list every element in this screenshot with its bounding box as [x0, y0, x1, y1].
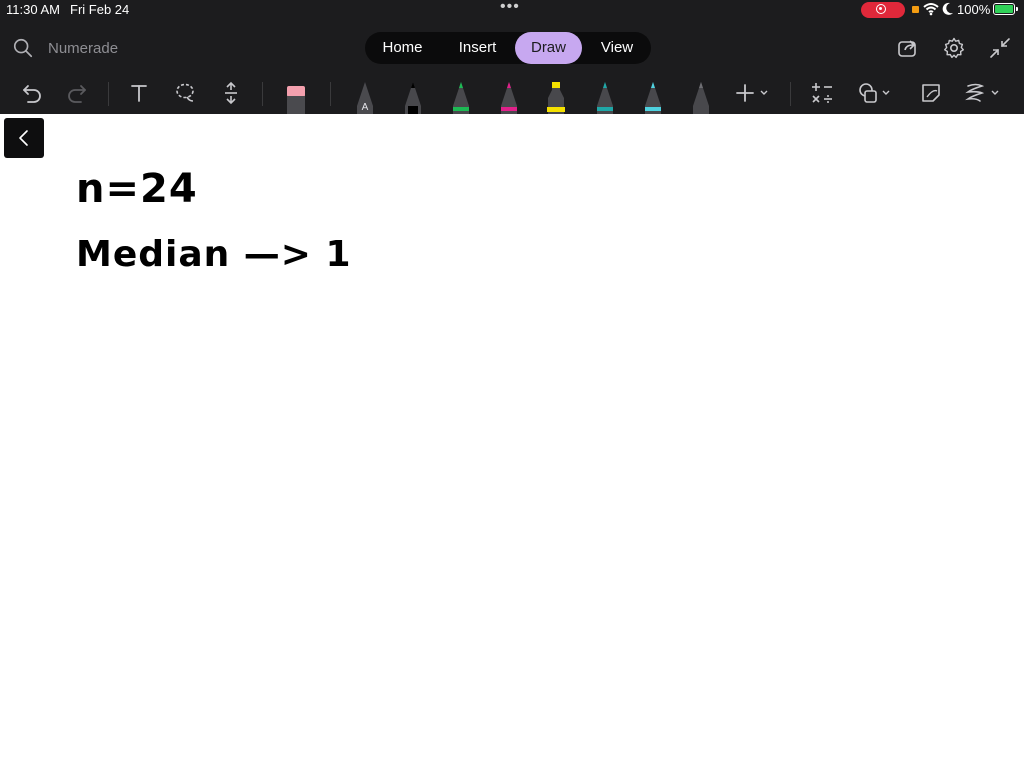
math-icon [812, 83, 832, 103]
toolbar-divider [790, 82, 791, 106]
share-button[interactable] [896, 36, 920, 60]
insert-space-icon [225, 81, 237, 105]
undo-button[interactable] [18, 78, 46, 108]
draw-toolbar: A [0, 74, 1024, 114]
eraser-icon[interactable] [285, 80, 307, 114]
chevron-left-icon [19, 130, 28, 146]
insert-space-button[interactable] [217, 78, 245, 108]
settings-button[interactable] [942, 36, 966, 60]
math-button[interactable] [808, 78, 836, 108]
add-icon [736, 84, 768, 102]
sticky-note-icon [922, 84, 940, 102]
search-icon [13, 38, 33, 58]
sticky-note-button[interactable] [917, 78, 945, 108]
mic-indicator-icon [912, 6, 919, 13]
battery-icon [993, 3, 1018, 15]
lasso-tool-button[interactable] [171, 78, 199, 108]
tab-view[interactable]: View [583, 32, 651, 64]
collapse-icon [990, 38, 1010, 58]
add-pen-button[interactable] [733, 78, 773, 108]
text-icon [131, 85, 147, 102]
redo-button[interactable] [63, 78, 91, 108]
shapes-icon [859, 83, 890, 103]
status-date: Fri Feb 24 [70, 2, 130, 17]
pen-cyan-icon[interactable] [642, 80, 664, 114]
search-bar[interactable]: Numerade [12, 36, 118, 60]
drawing-canvas[interactable]: n=24 Median —> 1 [0, 114, 1024, 768]
pen-tool-icon[interactable]: A [354, 80, 376, 114]
redo-icon [68, 85, 86, 103]
record-icon [876, 4, 886, 14]
svg-text:A: A [362, 102, 369, 113]
search-label: Numerade [48, 39, 119, 57]
pen-green-icon[interactable] [450, 80, 472, 114]
back-button[interactable] [4, 118, 44, 158]
pen-black-icon[interactable] [402, 80, 424, 114]
screen-record-indicator[interactable] [861, 2, 905, 18]
do-not-disturb-icon [942, 2, 953, 15]
top-toolbar: 11:30 AM Fri Feb 24 ••• 100% Numerade Ho… [0, 0, 1024, 114]
pen-pink-icon[interactable] [498, 80, 520, 114]
share-icon [898, 40, 916, 57]
ink-to-shape-icon [965, 83, 999, 102]
pen-teal-icon[interactable] [594, 80, 616, 114]
wifi-icon [923, 3, 939, 16]
tab-draw[interactable]: Draw [515, 32, 582, 64]
multitasking-dots-icon[interactable]: ••• [500, 0, 520, 16]
ink-to-shape-button[interactable] [962, 78, 1004, 108]
highlighter-yellow-icon[interactable] [545, 80, 567, 114]
handwritten-line-1: n=24 [76, 166, 198, 212]
text-tool-button[interactable] [125, 78, 153, 108]
toolbar-divider [262, 82, 263, 106]
pen-gray-icon[interactable] [690, 80, 712, 114]
shapes-button[interactable] [855, 78, 895, 108]
tab-insert[interactable]: Insert [440, 32, 515, 64]
ribbon-tabs: Home Insert Draw View [365, 32, 651, 64]
lasso-icon [176, 83, 194, 102]
handwritten-line-2: Median —> 1 [76, 234, 352, 275]
status-time: 11:30 AM [6, 2, 60, 17]
gear-icon [944, 37, 964, 59]
undo-icon [23, 85, 41, 103]
toolbar-divider [108, 82, 109, 106]
battery-percentage: 100% [957, 2, 991, 17]
collapse-button[interactable] [988, 36, 1012, 60]
toolbar-divider [330, 82, 331, 106]
tab-home[interactable]: Home [365, 32, 440, 64]
status-bar: 11:30 AM Fri Feb 24 ••• 100% [0, 0, 1024, 20]
